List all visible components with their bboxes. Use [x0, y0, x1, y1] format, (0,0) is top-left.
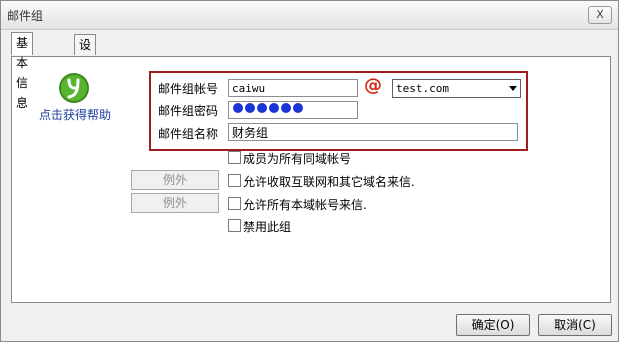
close-button[interactable]: X: [588, 6, 612, 24]
tab-basic-info[interactable]: 基本信息: [11, 32, 34, 110]
option-label-disable: 禁用此组: [243, 220, 292, 234]
password-dot: [257, 103, 267, 113]
option-label-internet: 允许收取互联网和其它域名来信.: [243, 175, 415, 189]
password-dot: [245, 103, 255, 113]
help-leaf-icon[interactable]: [58, 72, 90, 104]
exception-button-internet[interactable]: 例外: [131, 170, 219, 190]
option-checkbox-local[interactable]: [228, 197, 241, 210]
password-dot: [233, 103, 243, 113]
name-label: 邮件组名称: [158, 127, 219, 141]
cancel-button[interactable]: 取消(C): [538, 314, 612, 336]
domain-select[interactable]: test.com: [392, 79, 521, 98]
option-label-same-domain: 成员为所有同域帐号: [243, 152, 352, 166]
ok-button[interactable]: 确定(O): [456, 314, 530, 336]
password-dot: [281, 103, 291, 113]
window-title: 邮件组: [7, 9, 44, 23]
name-input[interactable]: 财务组: [228, 123, 518, 141]
domain-value: test.com: [396, 82, 449, 95]
tab-members[interactable]: 设定成员: [74, 34, 97, 112]
password-dot: [269, 103, 279, 113]
password-label: 邮件组密码: [158, 104, 219, 118]
at-icon: @: [364, 75, 382, 96]
chevron-down-icon: [509, 86, 517, 91]
exception-button-local[interactable]: 例外: [131, 193, 219, 213]
option-checkbox-same-domain[interactable]: [228, 151, 241, 164]
option-label-local: 允许所有本域帐号来信.: [243, 198, 367, 212]
account-label: 邮件组帐号: [158, 82, 219, 96]
dialog-window: 邮件组 X 基本信息 设定成员 点击获得帮助 邮件组帐号 caiwu @ tes…: [0, 0, 619, 342]
password-mask: [233, 102, 305, 116]
option-checkbox-disable[interactable]: [228, 219, 241, 232]
password-dot: [293, 103, 303, 113]
title-bar: 邮件组 X: [1, 1, 618, 30]
option-checkbox-internet[interactable]: [228, 174, 241, 187]
account-input[interactable]: caiwu: [228, 79, 358, 97]
help-link[interactable]: 点击获得帮助: [39, 106, 111, 123]
